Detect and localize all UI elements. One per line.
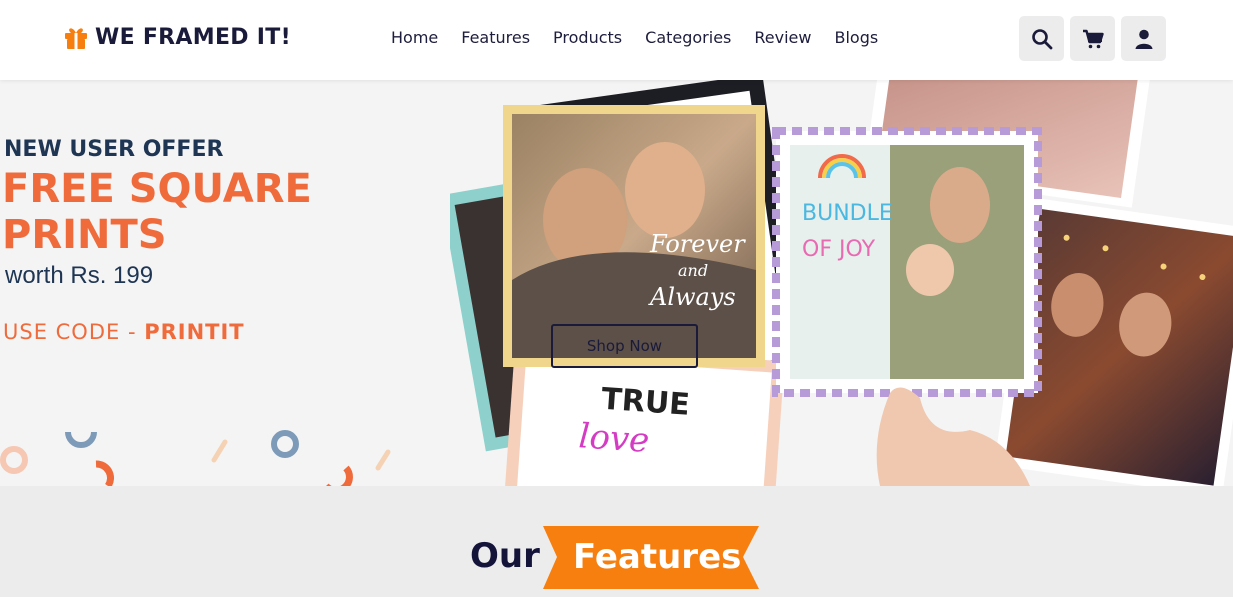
love-text: love [577,416,650,461]
nav-blogs[interactable]: Blogs [834,28,878,47]
brand-name: WE FRAMED IT! [95,24,291,50]
nav-home[interactable]: Home [391,28,438,47]
always-text: Always [648,283,736,311]
gift-icon [63,24,89,50]
features-heading-our: Our [470,536,540,576]
features-section: Our Features [0,486,1233,597]
account-button[interactable] [1121,16,1166,61]
offer-label: NEW USER OFFER [4,137,224,162]
cart-button[interactable] [1070,16,1115,61]
and-text: and [678,261,708,280]
cart-icon [1082,29,1104,48]
features-heading-tag: Features [543,526,759,589]
search-button[interactable] [1019,16,1064,61]
true-text: TRUE [600,382,691,423]
shop-now-button[interactable]: Shop Now [551,324,698,368]
site-header: WE FRAMED IT! Home Features Products Cat… [0,0,1233,80]
hero-banner: NEW USER OFFER FREE SQUARE PRINTS worth … [0,80,1233,486]
brand-logo[interactable]: WE FRAMED IT! [63,24,291,50]
header-actions [1019,16,1166,61]
main-nav: Home Features Products Categories Review… [391,28,901,47]
offer-worth: worth Rs. 199 [5,262,154,289]
confetti-decoration [0,430,391,486]
search-icon [1031,28,1052,49]
offer-headline: FREE SQUARE PRINTS [2,166,312,258]
features-heading-word: Features [573,537,742,577]
nav-features[interactable]: Features [461,28,530,47]
forever-text: Forever [649,230,746,258]
nav-categories[interactable]: Categories [645,28,731,47]
photo-collage: TRUE love Forever and Always BUNDLE OF J… [450,80,1233,486]
nav-review[interactable]: Review [754,28,811,47]
nav-products[interactable]: Products [553,28,622,47]
code-prefix: USE CODE - [3,320,145,344]
offer-code: USE CODE - PRINTIT [3,320,245,344]
bundle-text: BUNDLE [802,201,893,226]
promo-code: PRINTIT [144,320,245,344]
user-icon [1135,29,1152,49]
of-joy-text: OF JOY [802,237,876,262]
